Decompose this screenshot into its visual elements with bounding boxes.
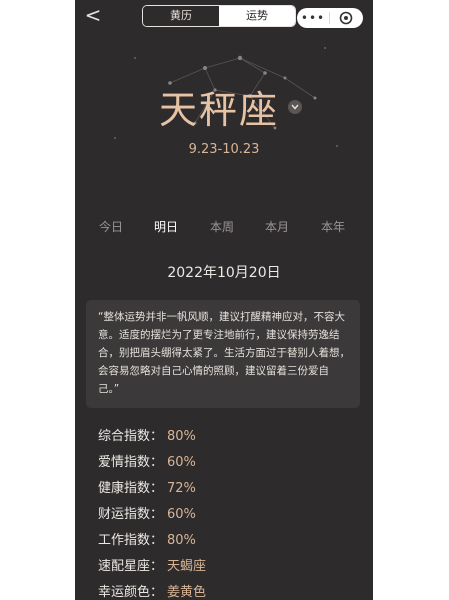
segmented-control: 黄历 运势 bbox=[142, 5, 296, 27]
stat-label: 综合指数： bbox=[98, 429, 164, 444]
forecast-date: 2022年10月20日 bbox=[167, 265, 281, 281]
stat-row: 速配星座： 天蝎座 bbox=[98, 555, 358, 579]
fortune-stats: 综合指数： 80% 爱情指数： 60% 健康指数： 72% 财运指数： 60% 工作指数… bbox=[98, 425, 358, 600]
stat-label: 爱情指数： bbox=[98, 455, 164, 470]
sign-date-range: 9.23-10.23 bbox=[188, 142, 260, 157]
zodiac-sign-title: 天秤座 bbox=[159, 88, 280, 132]
stat-value: 60% bbox=[167, 507, 196, 522]
horoscope-screen: < 黄历 运势 ••• 天秤座 9.23-10.23 今日 明日 本周 本月 本… bbox=[75, 0, 373, 600]
stat-row: 健康指数： 72% bbox=[98, 477, 358, 501]
stat-row: 财运指数： 60% bbox=[98, 503, 358, 527]
stat-value: 60% bbox=[167, 455, 196, 470]
stat-label: 幸运颜色： bbox=[98, 585, 164, 600]
sign-selector-button[interactable] bbox=[288, 100, 302, 114]
stat-row: 综合指数： 80% bbox=[98, 425, 358, 449]
stat-row: 爱情指数： 60% bbox=[98, 451, 358, 475]
right-margin bbox=[373, 0, 449, 600]
close-button[interactable] bbox=[330, 11, 362, 25]
fortune-summary: “整体运势并非一帆风顺，建议打醒精神应对，不容大意。适度的摆烂为了更专注地前行，… bbox=[86, 300, 360, 408]
stat-row: 幸运颜色： 姜黄色 bbox=[98, 581, 358, 600]
tab-fortune[interactable]: 运势 bbox=[219, 6, 295, 26]
stat-row: 工作指数： 80% bbox=[98, 529, 358, 553]
period-tabs: 今日 明日 本周 本月 本年 bbox=[75, 216, 373, 238]
tab-this-year[interactable]: 本年 bbox=[313, 216, 353, 238]
back-button[interactable]: < bbox=[83, 4, 103, 26]
left-margin bbox=[0, 0, 75, 600]
stat-value: 80% bbox=[167, 533, 196, 548]
tab-this-month[interactable]: 本月 bbox=[257, 216, 297, 238]
tab-almanac[interactable]: 黄历 bbox=[143, 6, 219, 26]
stat-label: 健康指数： bbox=[98, 481, 164, 496]
stat-label: 财运指数： bbox=[98, 507, 164, 522]
stat-value: 80% bbox=[167, 429, 196, 444]
stat-value: 天蝎座 bbox=[167, 559, 207, 574]
tab-today[interactable]: 今日 bbox=[91, 216, 131, 238]
chevron-left-icon: < bbox=[84, 3, 102, 27]
tab-this-week[interactable]: 本周 bbox=[202, 216, 242, 238]
stat-value: 72% bbox=[167, 481, 196, 496]
stat-value: 姜黄色 bbox=[167, 585, 207, 600]
more-icon[interactable]: ••• bbox=[297, 11, 329, 25]
close-icon bbox=[339, 11, 353, 25]
stat-label: 工作指数： bbox=[98, 533, 164, 548]
stat-label: 速配星座： bbox=[98, 559, 164, 574]
mini-program-capsule: ••• bbox=[297, 8, 363, 28]
chevron-down-icon bbox=[291, 104, 299, 110]
tab-tomorrow[interactable]: 明日 bbox=[146, 216, 186, 238]
